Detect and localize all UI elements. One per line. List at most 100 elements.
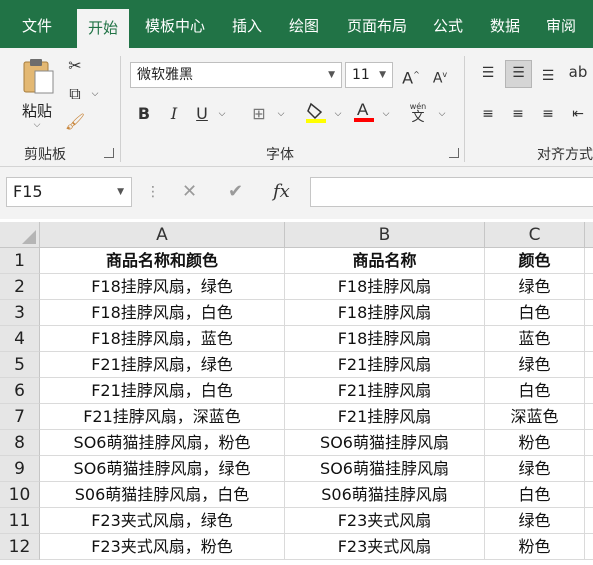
decrease-indent-icon[interactable]: ⇤: [566, 102, 590, 126]
cell[interactable]: F18挂脖风扇，蓝色: [40, 326, 285, 352]
tab-draw[interactable]: 绘图: [281, 0, 327, 48]
column-header-b[interactable]: B: [285, 222, 485, 248]
enter-icon[interactable]: ✔: [228, 179, 243, 205]
cell[interactable]: F23夹式风扇，绿色: [40, 508, 285, 534]
row-header[interactable]: 3: [0, 300, 40, 326]
row-header[interactable]: 7: [0, 404, 40, 430]
cell[interactable]: 粉色: [485, 534, 585, 560]
cell[interactable]: 绿色: [485, 274, 585, 300]
cell[interactable]: F21挂脖风扇: [285, 404, 485, 430]
align-top-icon[interactable]: ☰: [476, 61, 500, 85]
font-size-combo[interactable]: 11 ▼: [345, 62, 393, 88]
clipboard-launcher-icon[interactable]: [104, 148, 114, 158]
tab-insert[interactable]: 插入: [224, 0, 270, 48]
cell[interactable]: 白色: [485, 300, 585, 326]
row-header[interactable]: 2: [0, 274, 40, 300]
name-box[interactable]: F15 ▼: [6, 177, 132, 207]
cell[interactable]: 蓝色: [485, 326, 585, 352]
borders-dropdown-icon[interactable]: ⌵: [275, 102, 287, 126]
align-bottom-icon[interactable]: ☰: [536, 64, 560, 88]
cell[interactable]: F18挂脖风扇，白色: [40, 300, 285, 326]
font-launcher-icon[interactable]: [449, 148, 459, 158]
row-header[interactable]: 4: [0, 326, 40, 352]
row-header[interactable]: 11: [0, 508, 40, 534]
cell[interactable]: F21挂脖风扇，绿色: [40, 352, 285, 378]
tab-file[interactable]: 文件: [8, 0, 66, 48]
cell[interactable]: [585, 352, 593, 378]
cell[interactable]: SO6萌猫挂脖风扇，绿色: [40, 456, 285, 482]
cell[interactable]: F21挂脖风扇，深蓝色: [40, 404, 285, 430]
fill-color-dropdown-icon[interactable]: ⌵: [332, 102, 344, 126]
copy-dropdown-icon[interactable]: ⌵: [88, 82, 102, 106]
cell[interactable]: 白色: [485, 378, 585, 404]
row-header[interactable]: 8: [0, 430, 40, 456]
tab-home[interactable]: 开始: [77, 9, 129, 48]
bold-icon[interactable]: B: [134, 102, 154, 126]
cell[interactable]: 绿色: [485, 352, 585, 378]
row-header[interactable]: 9: [0, 456, 40, 482]
cell[interactable]: 商品名称: [285, 248, 485, 274]
cut-icon[interactable]: ✂: [63, 54, 87, 78]
cell[interactable]: F18挂脖风扇: [285, 326, 485, 352]
tab-page-layout[interactable]: 页面布局: [339, 0, 415, 48]
cell[interactable]: [585, 456, 593, 482]
cell[interactable]: [585, 430, 593, 456]
phonetic-guide-icon[interactable]: wén 文: [406, 102, 430, 125]
cell[interactable]: [585, 482, 593, 508]
tab-formulas[interactable]: 公式: [425, 0, 471, 48]
copy-icon[interactable]: ⧉: [63, 82, 87, 106]
cell[interactable]: [585, 404, 593, 430]
cell[interactable]: 深蓝色: [485, 404, 585, 430]
align-center-icon[interactable]: ≡: [506, 102, 530, 126]
borders-icon[interactable]: ⊞: [248, 102, 270, 126]
format-painter-icon[interactable]: 🖌: [63, 110, 87, 134]
cell[interactable]: F23夹式风扇，粉色: [40, 534, 285, 560]
cell[interactable]: SO6萌猫挂脖风扇: [285, 456, 485, 482]
row-header[interactable]: 10: [0, 482, 40, 508]
cell[interactable]: S06萌猫挂脖风扇: [285, 482, 485, 508]
insert-function-icon[interactable]: fx: [273, 179, 290, 205]
more-options-icon[interactable]: ⋮: [146, 179, 160, 205]
cell[interactable]: [585, 274, 593, 300]
tab-template-center[interactable]: 模板中心: [137, 0, 213, 48]
font-name-combo[interactable]: 微软雅黑 ▼: [130, 62, 342, 88]
align-right-icon[interactable]: ≡: [536, 102, 560, 126]
align-middle-icon[interactable]: ☰: [505, 60, 532, 88]
cell[interactable]: F21挂脖风扇: [285, 352, 485, 378]
row-header[interactable]: 6: [0, 378, 40, 404]
cell[interactable]: 白色: [485, 482, 585, 508]
font-color-icon[interactable]: A: [353, 98, 375, 131]
cell[interactable]: 粉色: [485, 430, 585, 456]
cell[interactable]: 颜色: [485, 248, 585, 274]
cell[interactable]: 绿色: [485, 508, 585, 534]
tab-data[interactable]: 数据: [482, 0, 528, 48]
phonetic-dropdown-icon[interactable]: ⌵: [436, 102, 448, 126]
increase-font-size-icon[interactable]: A^: [401, 63, 421, 90]
column-header-d[interactable]: [585, 222, 593, 248]
cell[interactable]: F21挂脖风扇，白色: [40, 378, 285, 404]
cell[interactable]: SO6萌猫挂脖风扇: [285, 430, 485, 456]
tab-review[interactable]: 审阅: [538, 0, 584, 48]
cell[interactable]: F23夹式风扇: [285, 508, 485, 534]
underline-dropdown-icon[interactable]: ⌵: [216, 102, 228, 126]
cell[interactable]: [585, 300, 593, 326]
align-left-icon[interactable]: ≡: [476, 102, 500, 126]
column-header-c[interactable]: C: [485, 222, 585, 248]
cancel-icon[interactable]: ✕: [182, 179, 197, 205]
italic-icon[interactable]: I: [164, 102, 184, 126]
paste-button[interactable]: 粘贴 ⌵: [14, 54, 60, 136]
formula-input[interactable]: [310, 177, 593, 207]
cell[interactable]: 商品名称和颜色: [40, 248, 285, 274]
cell[interactable]: F18挂脖风扇: [285, 274, 485, 300]
cell[interactable]: [585, 508, 593, 534]
select-all-button[interactable]: [0, 222, 40, 248]
cell[interactable]: F21挂脖风扇: [285, 378, 485, 404]
cell[interactable]: [585, 378, 593, 404]
row-header[interactable]: 12: [0, 534, 40, 560]
column-header-a[interactable]: A: [40, 222, 285, 248]
orientation-icon[interactable]: ab: [566, 60, 590, 84]
row-header[interactable]: 5: [0, 352, 40, 378]
font-color-dropdown-icon[interactable]: ⌵: [380, 102, 392, 126]
cell[interactable]: [585, 248, 593, 274]
cell[interactable]: SO6萌猫挂脖风扇，粉色: [40, 430, 285, 456]
